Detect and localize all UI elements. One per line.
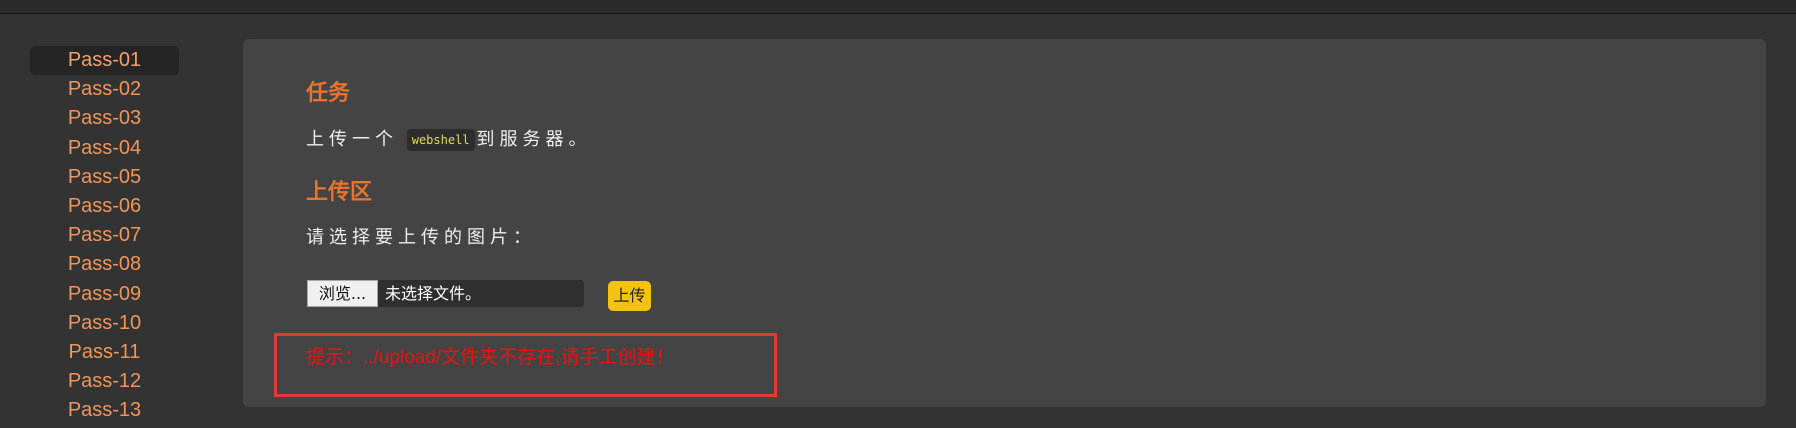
sidebar-nav: Pass-01 Pass-02 Pass-03 Pass-04 Pass-05 … <box>30 46 179 425</box>
task-text-after: 到服务器。 <box>476 129 592 150</box>
nav-item-pass-11[interactable]: Pass-11 <box>30 338 179 367</box>
webshell-code: webshell <box>406 129 475 151</box>
nav-item-pass-06[interactable]: Pass-06 <box>30 192 179 221</box>
nav-item-pass-03[interactable]: Pass-03 <box>30 104 179 133</box>
file-status: 未选择文件。 <box>385 284 482 303</box>
upload-button[interactable]: 上传 <box>608 281 651 311</box>
nav-item-pass-12[interactable]: Pass-12 <box>30 367 179 396</box>
nav-item-pass-09[interactable]: Pass-09 <box>30 280 179 309</box>
main-panel: 任务 上传一个 webshell 到服务器。 上传区 请选择要上传的图片： 浏览.… <box>243 39 1766 407</box>
nav-item-pass-02[interactable]: Pass-02 <box>30 75 179 104</box>
nav-item-pass-05[interactable]: Pass-05 <box>30 163 179 192</box>
nav-item-pass-08[interactable]: Pass-08 <box>30 250 179 279</box>
task-text-before: 上传一个 <box>306 129 398 150</box>
upload-title: 上传区 <box>306 180 373 205</box>
file-input[interactable]: 浏览... 未选择文件。 <box>307 280 584 307</box>
nav-item-pass-10[interactable]: Pass-10 <box>30 309 179 338</box>
upload-prompt: 请选择要上传的图片： <box>306 227 536 248</box>
task-title: 任务 <box>306 81 351 106</box>
task-description: 上传一个 webshell 到服务器。 <box>306 127 592 153</box>
nav-item-pass-07[interactable]: Pass-07 <box>30 221 179 250</box>
browse-button[interactable]: 浏览... <box>307 280 378 307</box>
nav-item-pass-04[interactable]: Pass-04 <box>30 134 179 163</box>
top-bar <box>0 0 1796 14</box>
warning-text: 提示：../upload/文件夹不存在,请手工创建！ <box>306 347 675 368</box>
nav-item-pass-01[interactable]: Pass-01 <box>30 46 179 76</box>
nav-item-pass-13[interactable]: Pass-13 <box>30 396 179 425</box>
